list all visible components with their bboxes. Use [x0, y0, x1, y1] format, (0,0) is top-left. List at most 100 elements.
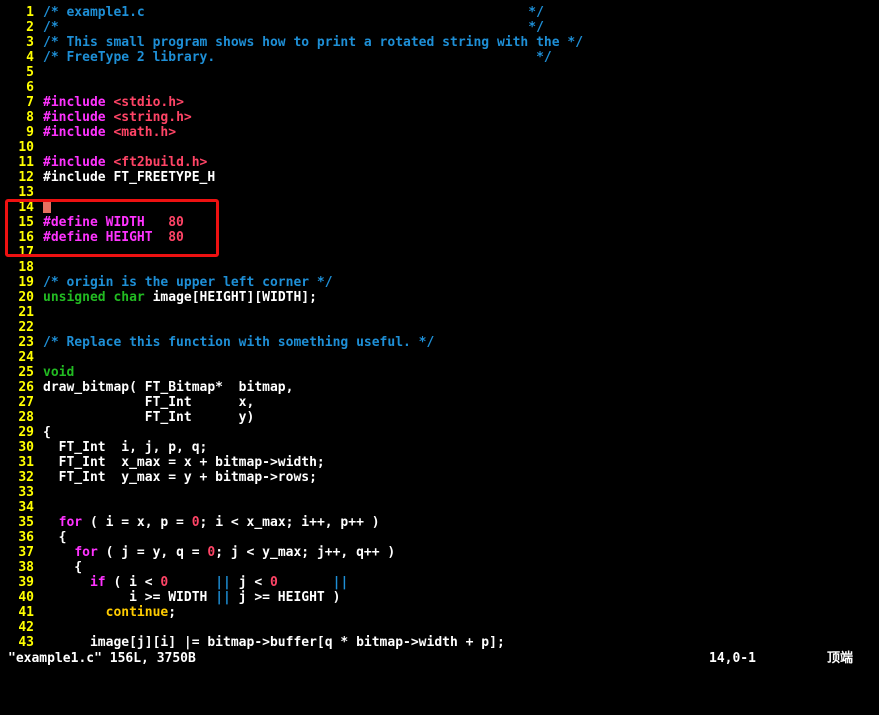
line-number: 38: [18, 560, 34, 575]
code-text: void: [43, 365, 74, 380]
code-line[interactable]: 27 FT_Int x,: [0, 395, 879, 410]
code-token: ( j = y, q =: [97, 545, 208, 560]
code-token: ( i = x, p =: [82, 515, 192, 530]
code-text: /* FreeType 2 library. */: [43, 50, 552, 65]
code-line[interactable]: 12 #include FT_FREETYPE_H: [0, 170, 879, 185]
code-text: /* Replace this function with something …: [43, 335, 434, 350]
code-token: 80: [168, 215, 184, 230]
code-text: {: [43, 560, 82, 575]
line-number: 3: [26, 35, 34, 50]
code-line[interactable]: 11 #include <ft2build.h>: [0, 155, 879, 170]
code-token: /* Replace this function with something …: [43, 335, 435, 350]
code-line[interactable]: 13: [0, 185, 879, 200]
code-line[interactable]: 21: [0, 305, 879, 320]
code-line[interactable]: 4 /* FreeType 2 library. */: [0, 50, 879, 65]
line-number: 18: [18, 260, 34, 275]
code-line[interactable]: 28 FT_Int y): [0, 410, 879, 425]
code-text: FT_Int y): [43, 410, 255, 425]
code-token: 0: [191, 515, 200, 530]
code-line[interactable]: 39 if ( i < 0 || j < 0 ||: [0, 575, 879, 590]
scroll-position: 顶端: [827, 651, 854, 666]
code-line[interactable]: 5: [0, 65, 879, 80]
code-line[interactable]: 42: [0, 620, 879, 635]
code-line[interactable]: 23 /* Replace this function with somethin…: [0, 335, 879, 350]
code-text: /* This small program shows how to print…: [43, 35, 583, 50]
code-line[interactable]: 8 #include <string.h>: [0, 110, 879, 125]
line-number: 34: [18, 500, 34, 515]
code-text: {: [43, 425, 51, 440]
code-line[interactable]: 35 for ( i = x, p = 0; i < x_max; i++, p…: [0, 515, 879, 530]
line-number: 12: [18, 170, 34, 185]
line-number: 39: [18, 575, 34, 590]
code-line[interactable]: 9 #include <math.h>: [0, 125, 879, 140]
code-line[interactable]: 36 {: [0, 530, 879, 545]
code-line[interactable]: 37 for ( j = y, q = 0; j < y_max; j++, q…: [0, 545, 879, 560]
code-line[interactable]: 38 {: [0, 560, 879, 575]
code-text: #include FT_FREETYPE_H: [43, 170, 215, 185]
code-text: draw_bitmap( FT_Bitmap* bitmap,: [43, 380, 293, 395]
code-line[interactable]: 31 FT_Int x_max = x + bitmap->width;: [0, 455, 879, 470]
line-number: 16: [18, 230, 34, 245]
code-token: #include: [43, 95, 106, 110]
code-token: ; i < x_max; i++, p++ ): [199, 515, 380, 530]
line-number: 10: [18, 140, 34, 155]
status-line: "example1.c" 156L, 3750B 14,0-1 顶端: [0, 651, 879, 667]
line-number: 35: [18, 515, 34, 530]
code-text: FT_Int x,: [43, 395, 255, 410]
code-line[interactable]: 24: [0, 350, 879, 365]
code-line[interactable]: 33: [0, 485, 879, 500]
code-token: ||: [215, 590, 231, 605]
code-token: image[HEIGHT][WIDTH];: [144, 290, 317, 305]
code-token: #include: [43, 155, 106, 170]
code-text: #define HEIGHT 80: [43, 230, 184, 245]
code-line[interactable]: 22: [0, 320, 879, 335]
code-line[interactable]: 34: [0, 500, 879, 515]
line-number: 1: [26, 5, 34, 20]
code-line[interactable]: 17: [0, 245, 879, 260]
code-line[interactable]: 16 #define HEIGHT 80: [0, 230, 879, 245]
line-number: 30: [18, 440, 34, 455]
code-line[interactable]: 19 /* origin is the upper left corner */: [0, 275, 879, 290]
code-token: ( i <: [105, 575, 161, 590]
code-line[interactable]: 32 FT_Int y_max = y + bitmap->rows;: [0, 470, 879, 485]
line-number: 43: [18, 635, 34, 650]
code-text: FT_Int i, j, p, q;: [43, 440, 208, 455]
code-token: #include: [43, 125, 106, 140]
code-token: if: [89, 575, 106, 590]
code-token: <ft2build.h>: [113, 155, 208, 170]
code-editor[interactable]: 1 /* example1.c */ 2 /* */ 3 /* This small pr…: [0, 5, 879, 650]
code-text: /* */: [43, 20, 544, 35]
line-number: 33: [18, 485, 34, 500]
code-line[interactable]: 15 #define WIDTH 80: [0, 215, 879, 230]
line-number: 14: [18, 200, 34, 215]
code-line[interactable]: 10: [0, 140, 879, 155]
code-line[interactable]: 14: [0, 200, 879, 215]
code-line[interactable]: 26 draw_bitmap( FT_Bitmap* bitmap,: [0, 380, 879, 395]
line-number: 26: [18, 380, 34, 395]
code-token: j >= HEIGHT ): [230, 590, 341, 605]
code-token: <string.h>: [113, 110, 192, 125]
code-token: i >= WIDTH: [43, 590, 216, 605]
code-line[interactable]: 20 unsigned char image[HEIGHT][WIDTH];: [0, 290, 879, 305]
code-token: FT_Int i, j, p, q;: [43, 440, 208, 455]
code-token: #include: [43, 110, 106, 125]
code-token: FT_Int y_max = y + bitmap->rows;: [43, 470, 317, 485]
code-line[interactable]: 29 {: [0, 425, 879, 440]
code-line[interactable]: 1 /* example1.c */: [0, 5, 879, 20]
code-line[interactable]: 41 continue;: [0, 605, 879, 620]
code-line[interactable]: 30 FT_Int i, j, p, q;: [0, 440, 879, 455]
code-text: continue;: [43, 605, 176, 620]
code-line[interactable]: 18: [0, 260, 879, 275]
line-number: 13: [18, 185, 34, 200]
code-line[interactable]: 43 image[j][i] |= bitmap->buffer[q * bit…: [0, 635, 879, 650]
cursor-position: 14,0-1: [709, 651, 756, 666]
code-line[interactable]: 2 /* */: [0, 20, 879, 35]
code-line[interactable]: 6: [0, 80, 879, 95]
code-line[interactable]: 25 void: [0, 365, 879, 380]
code-line[interactable]: 40 i >= WIDTH || j >= HEIGHT ): [0, 590, 879, 605]
code-line[interactable]: 7 #include <stdio.h>: [0, 95, 879, 110]
code-line[interactable]: 3 /* This small program shows how to prin…: [0, 35, 879, 50]
